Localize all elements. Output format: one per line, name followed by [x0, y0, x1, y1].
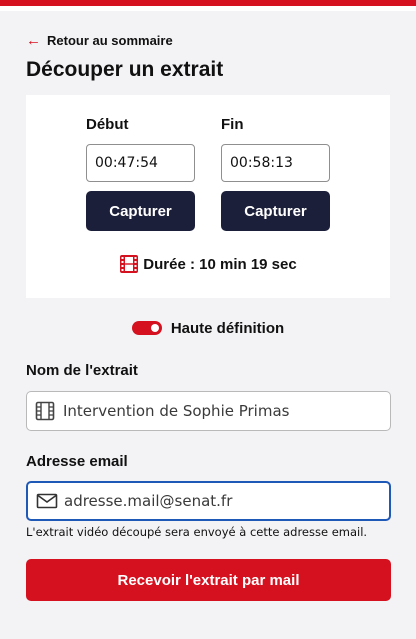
envelope-icon [36, 491, 58, 511]
capture-end-button[interactable]: Capturer [221, 191, 330, 231]
email-help-text: L'extrait vidéo découpé sera envoyé à ce… [26, 525, 368, 539]
back-link-label: Retour au sommaire [47, 33, 173, 48]
end-time-input[interactable] [221, 144, 330, 182]
end-label: Fin [221, 116, 244, 133]
clip-name-label: Nom de l'extrait [26, 362, 138, 379]
hd-toggle[interactable] [131, 321, 162, 335]
duration-text: Durée : 10 min 19 sec [143, 255, 297, 273]
arrow-left-icon: ← [26, 32, 41, 49]
page-title: Découper un extrait [26, 58, 224, 81]
clip-range-card: Début Capturer Fin Capturer Durée : 10 [26, 95, 390, 298]
film-icon [35, 401, 55, 421]
end-time-group: Fin Capturer [221, 116, 331, 231]
clip-name-input[interactable] [63, 402, 363, 420]
duration-display: Durée : 10 min 19 sec [26, 253, 390, 275]
top-divider [0, 6, 416, 11]
back-to-summary-link[interactable]: ← Retour au sommaire [26, 33, 173, 48]
start-time-input[interactable] [86, 144, 195, 182]
capture-start-button[interactable]: Capturer [86, 191, 195, 231]
receive-clip-button[interactable]: Recevoir l'extrait par mail [26, 559, 391, 601]
hd-label: Haute définition [170, 319, 285, 337]
email-input[interactable] [64, 492, 364, 510]
email-field[interactable] [26, 481, 391, 521]
hd-toggle-row: Haute définition [0, 318, 416, 338]
film-icon [119, 254, 139, 274]
clip-name-field[interactable] [26, 391, 391, 431]
toggle-knob [150, 324, 159, 332]
email-label: Adresse email [26, 453, 128, 470]
start-label: Début [86, 116, 129, 133]
start-time-group: Début Capturer [86, 116, 196, 231]
